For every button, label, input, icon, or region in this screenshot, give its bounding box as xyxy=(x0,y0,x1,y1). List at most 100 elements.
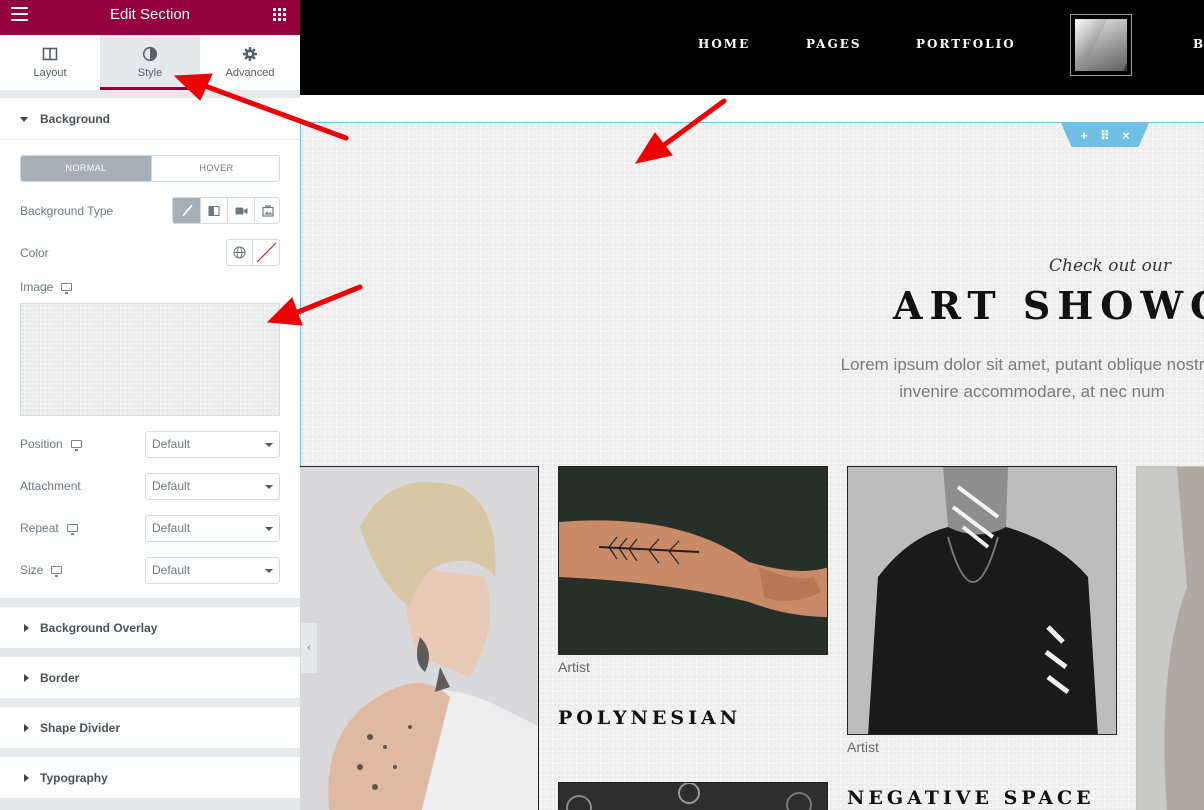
section-toolbar: + ⠿ × xyxy=(1061,123,1149,147)
size-label-text: Size xyxy=(20,563,44,577)
caret-down-icon xyxy=(20,117,28,122)
video-icon[interactable] xyxy=(227,198,254,223)
panel-collapse-toggle[interactable]: ‹ xyxy=(301,623,317,673)
bottom-photo xyxy=(559,783,827,810)
tab-layout[interactable]: Layout xyxy=(0,35,100,90)
tab-layout-label: Layout xyxy=(33,67,67,79)
gallery-image-bottom[interactable] xyxy=(558,782,828,810)
portrait-photo xyxy=(300,467,538,810)
repeat-select[interactable]: Default xyxy=(145,515,280,542)
gallery-image-portrait[interactable] xyxy=(300,466,539,810)
normal-state-button[interactable]: NORMAL xyxy=(21,156,151,181)
typography-title: Typography xyxy=(40,771,108,785)
image-preview[interactable] xyxy=(20,303,280,416)
dropdown-arrow-icon xyxy=(265,527,273,531)
tab-advanced-label: Advanced xyxy=(225,67,275,79)
background-section-header[interactable]: Background xyxy=(0,98,300,140)
desktop-icon[interactable] xyxy=(70,440,82,451)
dropdown-arrow-icon xyxy=(265,569,273,573)
partial-photo xyxy=(1137,467,1204,810)
repeat-select-value: Default xyxy=(152,521,191,535)
caret-right-icon xyxy=(24,674,29,682)
nav-portfolio[interactable]: PORTFOLIO xyxy=(916,37,1016,51)
close-icon[interactable]: × xyxy=(1122,129,1130,142)
section-lead-line-2: invenire accommodare, at nec num xyxy=(899,382,1165,401)
color-label: Color xyxy=(20,246,49,260)
repeat-label: Repeat xyxy=(20,521,78,535)
panel-title: Edit Section xyxy=(109,6,191,23)
page-preview: HOME PAGES PORTFOLIO B + ⠿ × Check out o… xyxy=(300,0,1204,810)
section-lead: Lorem ipsum dolor sit amet, putant obliq… xyxy=(822,351,1204,405)
size-select-value: Default xyxy=(152,563,191,577)
site-header: HOME PAGES PORTFOLIO B xyxy=(300,0,1204,95)
site-logo[interactable] xyxy=(1070,14,1132,76)
attachment-select-value: Default xyxy=(152,479,191,493)
classic-brush-icon[interactable] xyxy=(173,198,200,223)
background-overlay-title: Background Overlay xyxy=(40,621,158,635)
normal-hover-switch: NORMAL HOVER xyxy=(20,155,280,182)
globe-icon[interactable] xyxy=(226,239,253,266)
background-overlay-section[interactable]: Background Overlay xyxy=(0,607,300,649)
caret-right-icon xyxy=(24,724,29,732)
desktop-icon[interactable] xyxy=(51,566,63,577)
section-eyebrow: Check out our xyxy=(1049,256,1171,276)
image-label-text: Image xyxy=(20,280,54,294)
section-heading: ART SHOWC xyxy=(893,283,1204,328)
gallery-image-negative-space[interactable] xyxy=(847,466,1117,735)
image-label: Image xyxy=(20,280,73,294)
card-2-title[interactable]: NEGATIVE SPACE xyxy=(847,787,1095,809)
hover-state-button[interactable]: HOVER xyxy=(151,156,279,181)
man-photo xyxy=(848,467,1116,734)
nav-pages[interactable]: PAGES xyxy=(806,37,862,51)
tab-style-label: Style xyxy=(137,67,163,79)
panel-tabs: Layout Style Advanced xyxy=(0,35,300,90)
shape-divider-title: Shape Divider xyxy=(40,721,121,735)
selected-section[interactable]: + ⠿ × Check out our ART SHOWC Lorem ipsu… xyxy=(300,122,1204,810)
gallery-image-polynesian[interactable] xyxy=(558,466,828,655)
color-picker-swatch[interactable] xyxy=(253,239,280,266)
gradient-icon[interactable] xyxy=(200,198,227,223)
panel-header: Edit Section xyxy=(0,0,300,35)
add-icon[interactable]: + xyxy=(1080,129,1088,142)
attachment-select[interactable]: Default xyxy=(145,473,280,500)
caret-right-icon xyxy=(24,774,29,782)
widgets-grid-icon[interactable] xyxy=(273,8,286,21)
attachment-label: Attachment xyxy=(20,479,81,493)
card-1-label: Artist xyxy=(558,659,590,675)
desktop-icon[interactable] xyxy=(66,524,78,535)
size-label: Size xyxy=(20,563,63,577)
caret-right-icon xyxy=(24,624,29,632)
nav-next[interactable]: B xyxy=(1193,37,1204,51)
gear-icon xyxy=(243,47,257,61)
border-title: Border xyxy=(40,671,80,685)
chevron-left-icon: ‹ xyxy=(307,642,311,654)
card-2-label: Artist xyxy=(847,739,879,755)
desktop-icon[interactable] xyxy=(61,283,73,294)
nav-home[interactable]: HOME xyxy=(698,37,750,51)
tab-advanced[interactable]: Advanced xyxy=(200,35,300,90)
card-1-title[interactable]: POLYNESIAN xyxy=(558,707,741,729)
arm-tattoo-photo xyxy=(559,467,827,654)
editor-panel: Edit Section Layout Style Advanced Backg… xyxy=(0,0,300,810)
position-label-text: Position xyxy=(20,437,63,451)
background-section-title: Background xyxy=(40,112,111,126)
border-section[interactable]: Border xyxy=(0,657,300,699)
background-section: Background NORMAL HOVER Background Type … xyxy=(0,98,300,598)
dropdown-arrow-icon xyxy=(265,443,273,447)
color-controls xyxy=(226,239,280,266)
background-type-label: Background Type xyxy=(20,204,114,218)
dropdown-arrow-icon xyxy=(265,485,273,489)
repeat-label-text: Repeat xyxy=(20,521,59,535)
position-label: Position xyxy=(20,437,82,451)
drag-handle-icon[interactable]: ⠿ xyxy=(1100,129,1110,142)
gallery-image-partial[interactable] xyxy=(1136,466,1204,810)
shape-divider-section[interactable]: Shape Divider xyxy=(0,707,300,749)
typography-section[interactable]: Typography xyxy=(0,757,300,799)
slideshow-icon[interactable] xyxy=(254,198,279,223)
contrast-icon xyxy=(142,46,158,62)
tab-style[interactable]: Style xyxy=(100,35,200,90)
position-select-value: Default xyxy=(152,437,191,451)
position-select[interactable]: Default xyxy=(145,431,280,458)
size-select[interactable]: Default xyxy=(145,557,280,584)
section-lead-line-1: Lorem ipsum dolor sit amet, putant obliq… xyxy=(840,355,1204,374)
